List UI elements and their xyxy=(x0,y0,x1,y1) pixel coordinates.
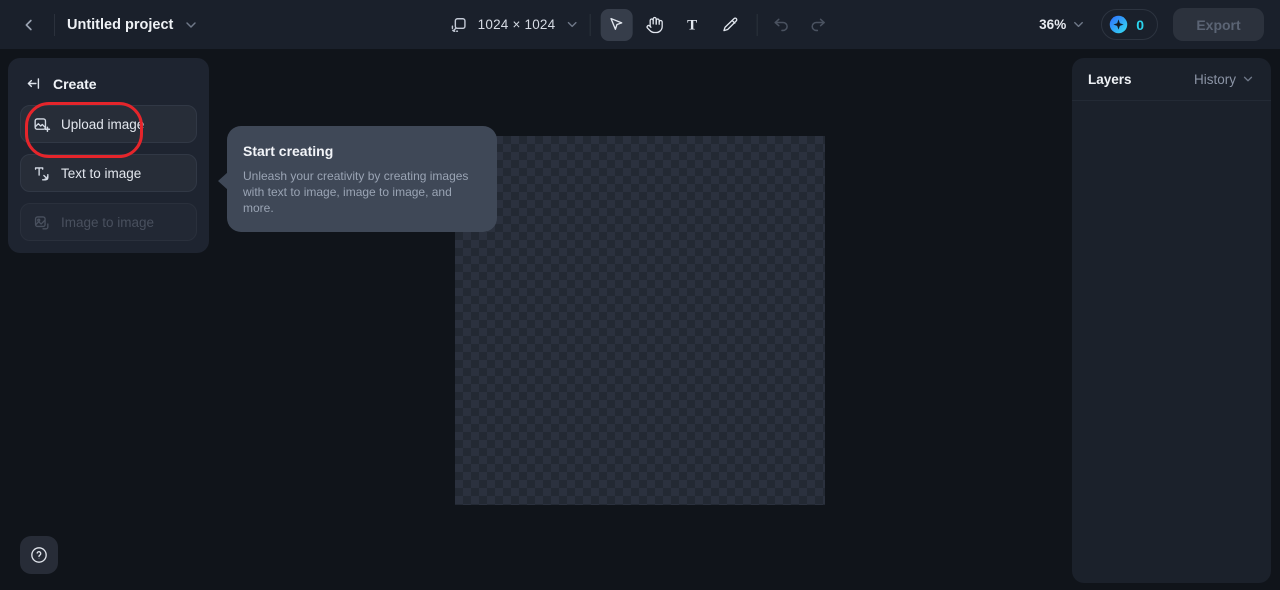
tab-layers[interactable]: Layers xyxy=(1088,72,1132,87)
chevron-down-icon xyxy=(1071,17,1086,32)
topbar-left-group: Untitled project xyxy=(16,12,199,38)
text-to-image-button[interactable]: Text to image xyxy=(20,154,197,192)
canvas-artboard[interactable] xyxy=(455,136,825,505)
credits-coin-icon xyxy=(1108,14,1129,35)
zoom-level-selector[interactable]: 36% xyxy=(1039,17,1086,32)
layers-panel-header: Layers History xyxy=(1072,58,1271,101)
collapse-panel-icon[interactable] xyxy=(26,75,43,92)
text-to-image-label: Text to image xyxy=(61,165,142,181)
resize-canvas-icon xyxy=(449,15,469,35)
credits-count: 0 xyxy=(1136,16,1144,33)
create-panel: Create Upload image Text to image Image … xyxy=(8,58,209,253)
start-creating-tooltip: Start creating Unleash your creativity b… xyxy=(218,126,497,233)
history-dropdown[interactable]: History xyxy=(1194,72,1255,87)
text-to-image-icon xyxy=(32,164,51,183)
chevron-down-icon xyxy=(1241,72,1255,86)
back-button[interactable] xyxy=(16,12,42,38)
tool-group: T xyxy=(600,8,746,41)
question-mark-icon xyxy=(29,545,49,565)
help-button[interactable] xyxy=(20,536,58,574)
undo-icon xyxy=(771,15,790,34)
tooltip-body: Unleash your creativity by creating imag… xyxy=(243,169,469,216)
topbar-right-group: 36% 0 Export xyxy=(1039,8,1264,41)
topbar-center-group: 1024 × 1024 T xyxy=(449,0,832,49)
redo-icon xyxy=(808,15,827,34)
project-title: Untitled project xyxy=(67,16,174,33)
text-icon: T xyxy=(683,15,702,34)
upload-image-button[interactable]: Upload image xyxy=(20,105,197,143)
topbar-divider xyxy=(54,13,55,36)
create-panel-title: Create xyxy=(53,75,97,92)
canvas-size-label: 1024 × 1024 xyxy=(477,17,556,32)
credits-badge[interactable]: 0 xyxy=(1101,9,1158,40)
topbar-divider xyxy=(756,13,758,36)
image-to-image-label: Image to image xyxy=(61,214,155,230)
image-to-image-button[interactable]: Image to image xyxy=(20,203,197,241)
chevron-down-icon xyxy=(183,17,199,33)
history-controls xyxy=(767,11,831,38)
project-title-menu[interactable]: Untitled project xyxy=(67,17,199,33)
topbar-divider xyxy=(589,13,591,36)
undo-button[interactable] xyxy=(767,11,794,38)
layers-panel: Layers History xyxy=(1072,58,1271,583)
canvas-size-selector[interactable]: 1024 × 1024 xyxy=(449,15,580,35)
select-tool-button[interactable] xyxy=(600,8,633,41)
history-label: History xyxy=(1193,71,1236,87)
chevron-down-icon xyxy=(564,17,579,32)
export-button[interactable]: Export xyxy=(1173,8,1264,41)
svg-text:T: T xyxy=(687,17,697,33)
redo-button[interactable] xyxy=(804,11,831,38)
create-panel-header: Create xyxy=(20,70,197,105)
chevron-left-icon xyxy=(20,16,38,34)
top-toolbar: Untitled project 1024 × 1024 T 36% 0 Exp… xyxy=(0,0,1280,49)
brush-tool-button[interactable] xyxy=(714,9,746,41)
tooltip-title: Start creating xyxy=(243,143,334,159)
brush-icon xyxy=(721,16,739,34)
hand-icon xyxy=(645,16,663,34)
upload-image-icon xyxy=(32,115,51,134)
hand-tool-button[interactable] xyxy=(638,9,670,41)
image-to-image-icon xyxy=(32,213,51,232)
upload-image-label: Upload image xyxy=(61,116,145,132)
cursor-icon xyxy=(607,15,626,34)
zoom-level-label: 36% xyxy=(1039,17,1067,32)
text-tool-button[interactable]: T xyxy=(676,9,708,41)
